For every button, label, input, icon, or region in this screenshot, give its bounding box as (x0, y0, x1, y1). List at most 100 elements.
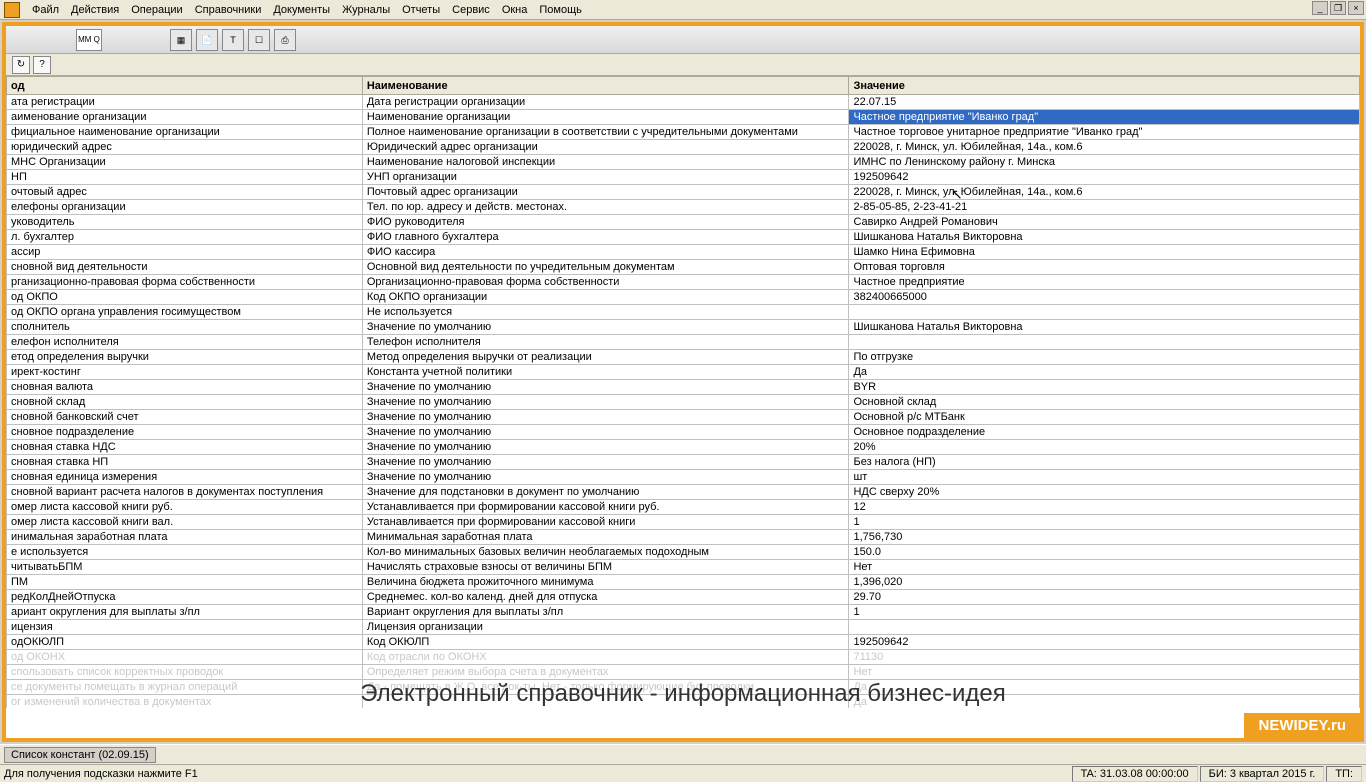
toolbar-btn-3[interactable]: T (222, 29, 244, 51)
toolbar2-refresh-icon[interactable]: ↻ (12, 56, 30, 74)
table-row[interactable]: сновное подразделениеЗначение по умолчан… (7, 425, 1360, 440)
table-row[interactable]: одОКЮЛПКод ОКЮЛП192509642 (7, 635, 1360, 650)
table-row[interactable]: сновная ставка НДСЗначение по умолчанию2… (7, 440, 1360, 455)
table-row[interactable]: рганизационно-правовая форма собственнос… (7, 275, 1360, 290)
table-cell: МНС Организации (7, 155, 363, 170)
table-cell: Код ОКЮЛП (362, 635, 849, 650)
table-cell: 1,396,020 (849, 575, 1360, 590)
table-row[interactable]: сполнительЗначение по умолчаниюШишканова… (7, 320, 1360, 335)
table-cell: 12 (849, 500, 1360, 515)
menubar: ФайлДействияОперацииСправочникиДокументы… (0, 0, 1366, 20)
table-cell: ассир (7, 245, 363, 260)
table-row[interactable]: фициальное наименование организацииПолно… (7, 125, 1360, 140)
table-row[interactable]: од ОКПОКод ОКПО организации382400665000 (7, 290, 1360, 305)
table-row[interactable]: очтовый адресПочтовый адрес организации2… (7, 185, 1360, 200)
minimize-button[interactable]: _ (1312, 1, 1328, 15)
table-cell: е используется (7, 545, 363, 560)
table-cell: инимальная заработная плата (7, 530, 363, 545)
toolbar-secondary: ↻ ? (6, 54, 1360, 76)
table-cell (362, 695, 849, 709)
app-icon (4, 2, 20, 18)
table-cell: ицензия (7, 620, 363, 635)
table-cell: Значение по умолчанию (362, 410, 849, 425)
toolbar2-help-icon[interactable]: ? (33, 56, 51, 74)
table-cell: сновная ставка НП (7, 455, 363, 470)
table-cell: Значение по умолчанию (362, 425, 849, 440)
table-cell: Значение по умолчанию (362, 395, 849, 410)
menu-Журналы[interactable]: Журналы (336, 2, 396, 18)
table-row[interactable]: ирект-костингКонстанта учетной политикиД… (7, 365, 1360, 380)
table-cell: Лицензия организации (362, 620, 849, 635)
table-row[interactable]: сновной вариант расчета налогов в докуме… (7, 485, 1360, 500)
table-row[interactable]: юридический адресЮридический адрес орган… (7, 140, 1360, 155)
table-cell: 1 (849, 605, 1360, 620)
menu-Сервис[interactable]: Сервис (446, 2, 496, 18)
table-row[interactable]: се документы помещать в журнал операцийД… (7, 680, 1360, 695)
table-cell: ПМ (7, 575, 363, 590)
table-row[interactable]: ог изменений количества в документахДа (7, 695, 1360, 709)
menu-Отчеты[interactable]: Отчеты (396, 2, 446, 18)
table-row[interactable]: ассирФИО кассираШамко Нина Ефимовна (7, 245, 1360, 260)
table-row[interactable]: омер листа кассовой книги вал.Устанавлив… (7, 515, 1360, 530)
table-row[interactable]: читыватьБПМНачислять страховые взносы от… (7, 560, 1360, 575)
table-row[interactable]: ицензияЛицензия организации (7, 620, 1360, 635)
table-cell: Телефон исполнителя (362, 335, 849, 350)
table-row[interactable]: сновной банковский счетЗначение по умолч… (7, 410, 1360, 425)
taskbar-item[interactable]: Список констант (02.09.15) (4, 747, 156, 763)
table-row[interactable]: сновной вид деятельностиОсновной вид дея… (7, 260, 1360, 275)
menu-Окна[interactable]: Окна (496, 2, 534, 18)
table-cell: ИМНС по Ленинскому району г. Минска (849, 155, 1360, 170)
col-header[interactable]: од (7, 77, 363, 95)
table-row[interactable]: НПУНП организации192509642 (7, 170, 1360, 185)
table-row[interactable]: ПМВеличина бюджета прожиточного минимума… (7, 575, 1360, 590)
toolbar-btn-1[interactable]: ▦ (170, 29, 192, 51)
table-cell: Основной р/с МТБанк (849, 410, 1360, 425)
table-cell: Устанавливается при формировании кассово… (362, 500, 849, 515)
col-header[interactable]: Наименование (362, 77, 849, 95)
toolbar-btn-2[interactable]: 📄 (196, 29, 218, 51)
window-controls: _ ❐ × (1312, 1, 1364, 15)
menu-Справочники[interactable]: Справочники (189, 2, 268, 18)
toolbar-primary: MM Q ▦ 📄 T ☐ ⎙ (6, 26, 1360, 54)
menu-Документы[interactable]: Документы (267, 2, 336, 18)
constants-table-wrap[interactable]: одНаименованиеЗначение ата регистрацииДа… (6, 76, 1360, 708)
menu-Помощь[interactable]: Помощь (533, 2, 588, 18)
table-row[interactable]: сновная валютаЗначение по умолчаниюBYR (7, 380, 1360, 395)
table-row[interactable]: спользовать список корректных проводокОп… (7, 665, 1360, 680)
table-row[interactable]: МНС ОрганизацииНаименование налоговой ин… (7, 155, 1360, 170)
table-row[interactable]: сновная единица измеренияЗначение по умо… (7, 470, 1360, 485)
table-row[interactable]: редКолДнейОтпускаСреднемес. кол-во кален… (7, 590, 1360, 605)
table-row[interactable]: елефоны организацииТел. по юр. адресу и … (7, 200, 1360, 215)
toolbar-btn-4[interactable]: ☐ (248, 29, 270, 51)
table-row[interactable]: аименование организацииНаименование орга… (7, 110, 1360, 125)
close-button[interactable]: × (1348, 1, 1364, 15)
table-row[interactable]: сновной складЗначение по умолчаниюОсновн… (7, 395, 1360, 410)
table-cell: етод определения выручки (7, 350, 363, 365)
table-cell: Значение для подстановки в документ по у… (362, 485, 849, 500)
menu-Файл[interactable]: Файл (26, 2, 65, 18)
restore-button[interactable]: ❐ (1330, 1, 1346, 15)
table-cell: од ОКПО органа управления госимуществом (7, 305, 363, 320)
table-cell: Да - помещать в Ж.О. все док-ты, Нет - т… (362, 680, 849, 695)
table-row[interactable]: сновная ставка НПЗначение по умолчаниюБе… (7, 455, 1360, 470)
table-row[interactable]: од ОКОНХКод отрасли по ОКОНХ71130 (7, 650, 1360, 665)
table-cell: Значение по умолчанию (362, 470, 849, 485)
table-cell: сновной склад (7, 395, 363, 410)
table-row[interactable]: ариант округления для выплаты з/плВариан… (7, 605, 1360, 620)
table-row[interactable]: ата регистрацииДата регистрации организа… (7, 95, 1360, 110)
toolbar-mmq-button[interactable]: MM Q (76, 29, 102, 51)
table-row[interactable]: омер листа кассовой книги руб.Устанавлив… (7, 500, 1360, 515)
table-row[interactable]: е используетсяКол-во минимальных базовых… (7, 545, 1360, 560)
table-row[interactable]: л. бухгалтерФИО главного бухгалтераШишка… (7, 230, 1360, 245)
table-row[interactable]: етод определения выручкиМетод определени… (7, 350, 1360, 365)
menu-Действия[interactable]: Действия (65, 2, 125, 18)
toolbar-btn-5[interactable]: ⎙ (274, 29, 296, 51)
table-row[interactable]: елефон исполнителяТелефон исполнителя (7, 335, 1360, 350)
menu-Операции[interactable]: Операции (125, 2, 188, 18)
table-cell: Нет (849, 665, 1360, 680)
table-row[interactable]: уководительФИО руководителяСавирко Андре… (7, 215, 1360, 230)
table-cell: сновной вариант расчета налогов в докуме… (7, 485, 363, 500)
table-row[interactable]: од ОКПО органа управления госимуществомН… (7, 305, 1360, 320)
table-row[interactable]: инимальная заработная платаМинимальная з… (7, 530, 1360, 545)
col-header[interactable]: Значение (849, 77, 1360, 95)
